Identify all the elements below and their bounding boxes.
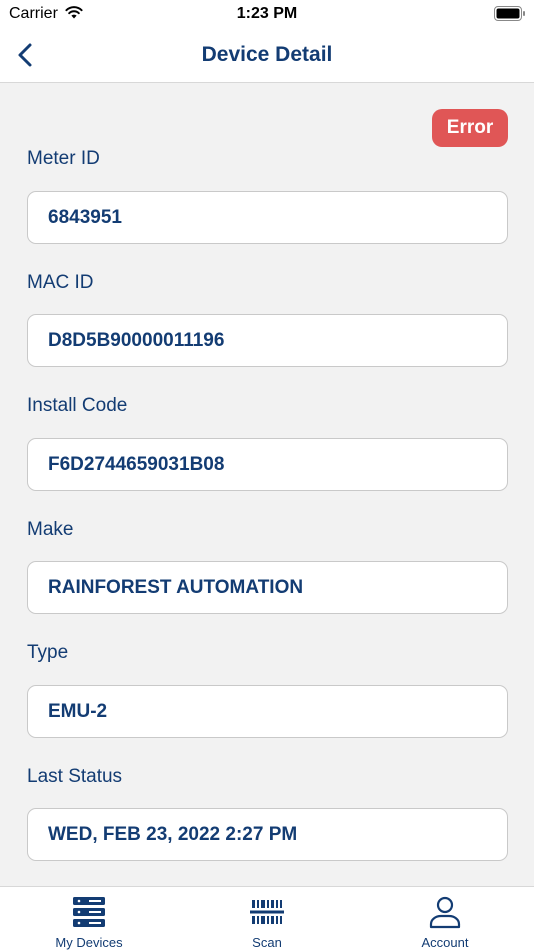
- type-label: Type: [27, 642, 69, 663]
- install-code-field[interactable]: F6D2744659031B08: [27, 438, 508, 491]
- tab-my-devices-label: My Devices: [55, 935, 123, 950]
- make-field[interactable]: RAINFOREST AUTOMATION: [27, 561, 508, 614]
- mac-id-label: MAC ID: [27, 272, 94, 293]
- tab-account-label: Account: [421, 935, 469, 950]
- last-status-field[interactable]: WED, FEB 23, 2022 2:27 PM: [27, 808, 508, 861]
- tab-scan-label: Scan: [252, 935, 282, 950]
- mac-id-field[interactable]: D8D5B90000011196: [27, 314, 508, 367]
- tab-my-devices[interactable]: My Devices: [0, 887, 178, 950]
- battery-icon: [494, 6, 525, 21]
- navigation-bar: Device Detail: [0, 30, 534, 83]
- barcode-icon: [250, 900, 284, 924]
- server-stack-icon: [73, 897, 105, 927]
- type-field[interactable]: EMU-2: [27, 685, 508, 738]
- tab-account[interactable]: Account: [356, 887, 534, 950]
- meter-id-label: Meter ID: [27, 148, 100, 169]
- status-badge: Error: [432, 109, 508, 147]
- install-code-label: Install Code: [27, 395, 128, 416]
- make-label: Make: [27, 519, 74, 540]
- page-title: Device Detail: [201, 43, 333, 66]
- status-bar: Carrier 1:23 PM: [0, 0, 534, 30]
- tab-scan[interactable]: Scan: [178, 887, 356, 950]
- tab-bar: My Devices Scan Account: [0, 886, 534, 950]
- person-icon: [429, 896, 461, 929]
- last-status-label: Last Status: [27, 766, 123, 787]
- status-time: 1:23 PM: [236, 5, 298, 22]
- meter-id-field[interactable]: 6843951: [27, 191, 508, 244]
- device-detail-content: Error Meter ID 6843951 MAC ID D8D5B90000…: [0, 84, 534, 886]
